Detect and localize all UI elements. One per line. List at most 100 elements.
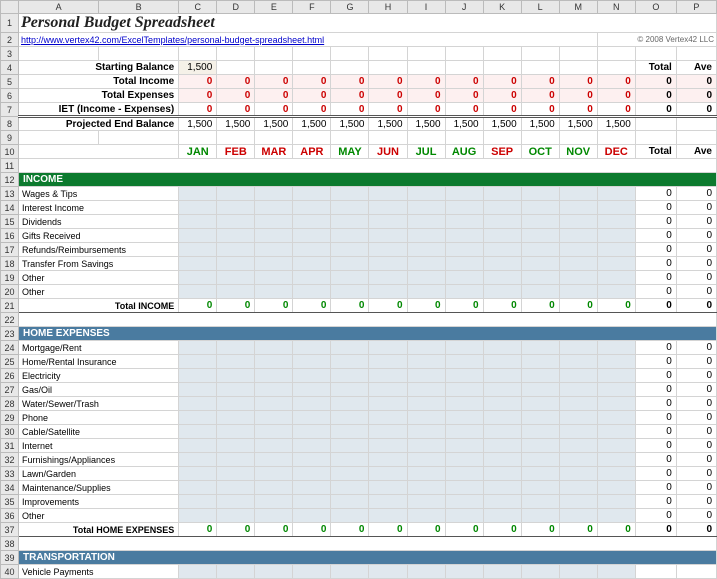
data-cell[interactable]: [293, 495, 331, 509]
data-cell[interactable]: [597, 201, 635, 215]
row-header[interactable]: 29: [1, 411, 19, 425]
data-cell[interactable]: [559, 285, 597, 299]
data-cell[interactable]: [597, 369, 635, 383]
data-cell[interactable]: [255, 355, 293, 369]
row-header[interactable]: 16: [1, 229, 19, 243]
data-cell[interactable]: [597, 383, 635, 397]
row-header[interactable]: 39: [1, 551, 19, 565]
data-cell[interactable]: [331, 355, 369, 369]
line-item[interactable]: Other: [19, 271, 179, 285]
data-cell[interactable]: [331, 467, 369, 481]
data-cell[interactable]: [407, 425, 445, 439]
data-cell[interactable]: [483, 495, 521, 509]
data-cell[interactable]: [293, 201, 331, 215]
data-cell[interactable]: [483, 215, 521, 229]
data-cell[interactable]: [407, 453, 445, 467]
data-cell[interactable]: [217, 271, 255, 285]
line-item[interactable]: Gas/Oil: [19, 383, 179, 397]
data-cell[interactable]: [445, 271, 483, 285]
row-header[interactable]: 35: [1, 495, 19, 509]
data-cell[interactable]: [521, 285, 559, 299]
data-cell[interactable]: [407, 229, 445, 243]
starting-balance-input[interactable]: 1,500: [179, 61, 217, 75]
data-cell[interactable]: [255, 509, 293, 523]
data-cell[interactable]: [255, 257, 293, 271]
data-cell[interactable]: [369, 243, 407, 257]
data-cell[interactable]: [521, 425, 559, 439]
data-cell[interactable]: [217, 509, 255, 523]
data-cell[interactable]: [597, 397, 635, 411]
data-cell[interactable]: [369, 439, 407, 453]
data-cell[interactable]: [293, 257, 331, 271]
row-header[interactable]: 13: [1, 187, 19, 201]
data-cell[interactable]: [255, 383, 293, 397]
data-cell[interactable]: [255, 425, 293, 439]
data-cell[interactable]: [331, 201, 369, 215]
data-cell[interactable]: [407, 439, 445, 453]
row-header[interactable]: 21: [1, 299, 19, 313]
data-cell[interactable]: [521, 243, 559, 257]
row-header[interactable]: 26: [1, 369, 19, 383]
data-cell[interactable]: [559, 243, 597, 257]
data-cell[interactable]: [217, 383, 255, 397]
row-header[interactable]: 5: [1, 75, 19, 89]
data-cell[interactable]: [217, 243, 255, 257]
data-cell[interactable]: [331, 341, 369, 355]
data-cell[interactable]: [293, 355, 331, 369]
data-cell[interactable]: [597, 285, 635, 299]
data-cell[interactable]: [445, 439, 483, 453]
data-cell[interactable]: [369, 369, 407, 383]
data-cell[interactable]: [445, 509, 483, 523]
data-cell[interactable]: [597, 411, 635, 425]
row-header[interactable]: 10: [1, 145, 19, 159]
data-cell[interactable]: [217, 201, 255, 215]
data-cell[interactable]: [407, 369, 445, 383]
col-header[interactable]: N: [597, 1, 635, 14]
data-cell[interactable]: [293, 187, 331, 201]
row-header[interactable]: 18: [1, 257, 19, 271]
data-cell[interactable]: [331, 187, 369, 201]
data-cell[interactable]: [179, 453, 217, 467]
data-cell[interactable]: [179, 411, 217, 425]
data-cell[interactable]: [559, 467, 597, 481]
row-header[interactable]: 32: [1, 453, 19, 467]
data-cell[interactable]: [445, 453, 483, 467]
data-cell[interactable]: [331, 383, 369, 397]
col-header[interactable]: L: [521, 1, 559, 14]
data-cell[interactable]: [369, 411, 407, 425]
col-header[interactable]: B: [99, 1, 179, 14]
data-cell[interactable]: [407, 215, 445, 229]
data-cell[interactable]: [331, 453, 369, 467]
data-cell[interactable]: [445, 285, 483, 299]
data-cell[interactable]: [445, 257, 483, 271]
data-cell[interactable]: [597, 453, 635, 467]
data-cell[interactable]: [293, 215, 331, 229]
data-cell[interactable]: [255, 453, 293, 467]
line-item[interactable]: Cable/Satellite: [19, 425, 179, 439]
data-cell[interactable]: [483, 369, 521, 383]
data-cell[interactable]: [255, 467, 293, 481]
data-cell[interactable]: [445, 481, 483, 495]
data-cell[interactable]: [369, 271, 407, 285]
data-cell[interactable]: [369, 453, 407, 467]
data-cell[interactable]: [293, 397, 331, 411]
data-cell[interactable]: [521, 341, 559, 355]
data-cell[interactable]: [597, 341, 635, 355]
data-cell[interactable]: [597, 509, 635, 523]
data-cell[interactable]: [521, 215, 559, 229]
data-cell[interactable]: [483, 425, 521, 439]
data-cell[interactable]: [369, 397, 407, 411]
data-cell[interactable]: [369, 481, 407, 495]
data-cell[interactable]: [293, 383, 331, 397]
data-cell[interactable]: [331, 243, 369, 257]
col-header[interactable]: I: [407, 1, 445, 14]
data-cell[interactable]: [179, 369, 217, 383]
row-header[interactable]: 31: [1, 439, 19, 453]
data-cell[interactable]: [407, 411, 445, 425]
data-cell[interactable]: [597, 481, 635, 495]
row-header[interactable]: 37: [1, 523, 19, 537]
data-cell[interactable]: [483, 509, 521, 523]
line-item[interactable]: Electricity: [19, 369, 179, 383]
data-cell[interactable]: [369, 201, 407, 215]
row-header[interactable]: 4: [1, 61, 19, 75]
